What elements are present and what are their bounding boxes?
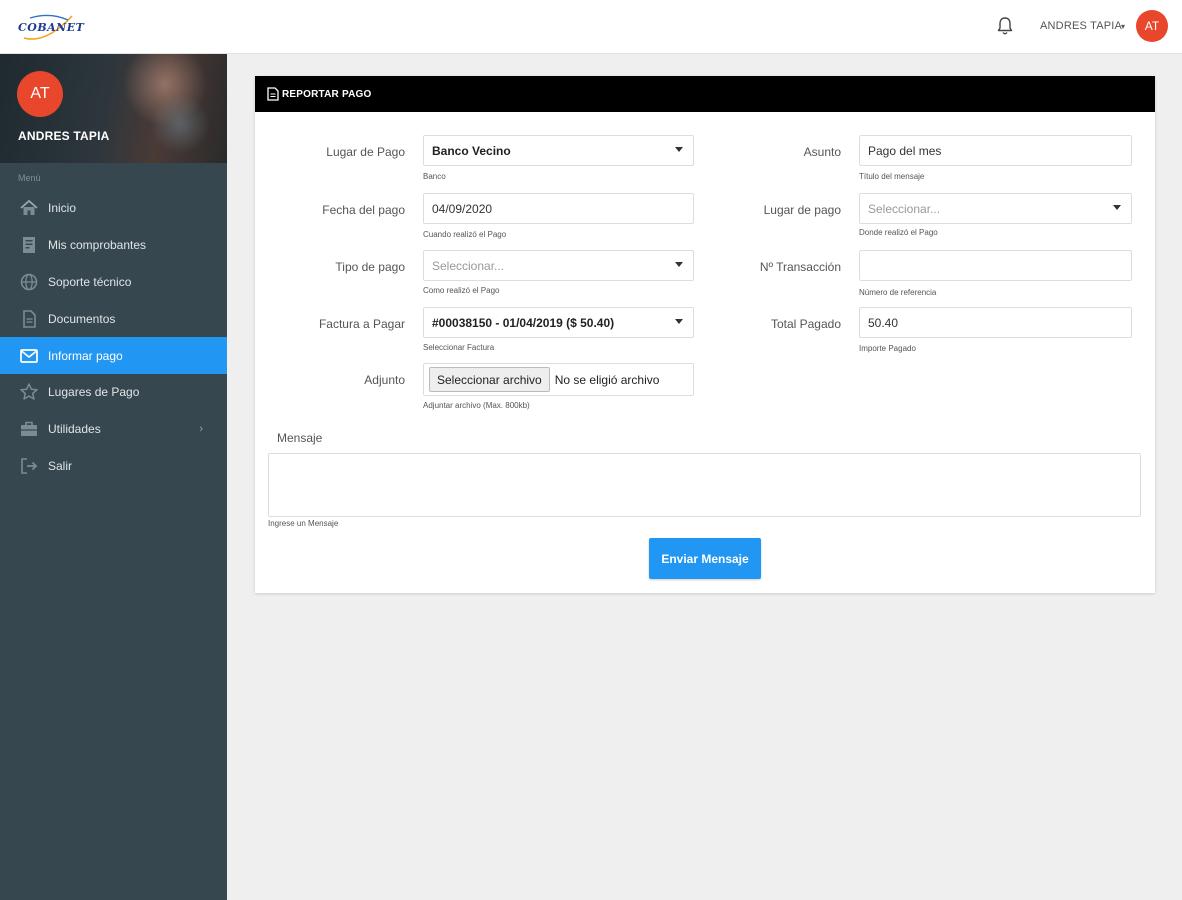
envelope-icon [18, 345, 40, 367]
dropdown-caret-icon [1113, 205, 1121, 210]
transaccion-hint: Número de referencia [859, 288, 937, 297]
home-icon [18, 197, 40, 219]
lugar-de-pago-value: Banco Vecino [432, 143, 511, 158]
logout-icon [18, 455, 40, 477]
sidebar-item-label: Lugares de Pago [48, 385, 140, 400]
lugar-de-pago-select[interactable]: Banco Vecino [423, 135, 694, 166]
mensaje-textarea[interactable] [268, 453, 1141, 517]
sidebar-item-inicio[interactable]: Inicio [0, 190, 227, 227]
user-menu-name[interactable]: ANDRES TAPIA [1040, 20, 1122, 32]
menu-section-label: Menú [18, 173, 41, 183]
adjunto-file-input[interactable]: Seleccionar archivo No se eligió archivo [423, 363, 694, 396]
send-message-button[interactable]: Enviar Mensaje [649, 538, 761, 579]
transaccion-input[interactable] [859, 250, 1132, 281]
app-logo[interactable]: COBANET [16, 10, 84, 44]
sidebar-item-utilidades[interactable]: Utilidades › [0, 411, 227, 448]
factura-a-pagar-select[interactable]: #00038150 - 01/04/2019 ($ 50.40) [423, 307, 694, 338]
lugar-de-pago-2-select[interactable]: Seleccionar... [859, 193, 1132, 224]
asunto-label: Asunto [803, 145, 841, 159]
mensaje-hint: Ingrese un Mensaje [268, 519, 339, 528]
lugar-de-pago-label: Lugar de Pago [326, 145, 405, 159]
select-file-button[interactable]: Seleccionar archivo [429, 367, 550, 392]
lugar-de-pago-hint: Banco [423, 172, 446, 181]
sidebar-item-label: Inicio [48, 201, 77, 216]
fecha-del-pago-input[interactable]: 04/09/2020 [423, 193, 694, 224]
total-pagado-value: 50.40 [868, 315, 899, 330]
factura-a-pagar-label: Factura a Pagar [318, 317, 405, 331]
lugar-de-pago-2-hint: Donde realizó el Pago [859, 228, 938, 237]
sidebar-item-label: Utilidades [48, 422, 101, 437]
sidebar-item-soporte-tecnico[interactable]: Soporte técnico [0, 264, 227, 301]
document-icon [267, 87, 279, 101]
receipt-icon [18, 234, 40, 256]
report-payment-card: REPORTAR PAGO Lugar de Pago Banco Vecino… [255, 76, 1155, 593]
factura-a-pagar-hint: Seleccionar Factura [423, 343, 495, 352]
adjunto-hint: Adjuntar archivo (Max. 800kb) [423, 401, 530, 410]
sidebar-item-documentos[interactable]: Documentos [0, 300, 227, 337]
sidebar: AT ANDRES TAPIA Menú Inicio Mis comproba… [0, 54, 227, 900]
globe-icon [18, 271, 40, 293]
tipo-de-pago-hint: Como realizó el Pago [423, 286, 500, 295]
mensaje-label: Mensaje [277, 431, 323, 445]
fecha-del-pago-label: Fecha del pago [322, 203, 405, 217]
lugar-de-pago-2-label: Lugar de pago [763, 203, 841, 217]
transaccion-label: Nº Transacción [759, 260, 841, 274]
sidebar-item-label: Mis comprobantes [48, 238, 147, 253]
sidebar-item-label: Informar pago [48, 348, 123, 363]
tipo-de-pago-select[interactable]: Seleccionar... [423, 250, 694, 281]
factura-a-pagar-value: #00038150 - 01/04/2019 ($ 50.40) [432, 315, 615, 330]
avatar[interactable]: AT [1136, 10, 1168, 42]
sidebar-item-salir[interactable]: Salir [0, 448, 227, 485]
sidebar-item-label: Documentos [48, 311, 116, 326]
sidebar-nav: Inicio Mis comprobantes Soporte técnico … [0, 190, 227, 484]
sidebar-item-label: Salir [48, 458, 73, 473]
lugar-de-pago-2-placeholder: Seleccionar... [868, 201, 941, 216]
tipo-de-pago-placeholder: Seleccionar... [432, 258, 505, 273]
card-title: REPORTAR PAGO [282, 88, 372, 100]
briefcase-icon [18, 418, 40, 440]
total-pagado-input[interactable]: 50.40 [859, 307, 1132, 338]
sidebar-profile-name: ANDRES TAPIA [18, 129, 110, 143]
sidebar-item-informar-pago[interactable]: Informar pago [0, 337, 227, 374]
sidebar-item-label: Soporte técnico [48, 274, 132, 289]
fecha-del-pago-value: 04/09/2020 [432, 201, 493, 216]
asunto-input[interactable]: Pago del mes [859, 135, 1132, 166]
logo-text: COBANET [18, 21, 85, 34]
chevron-right-icon: › [199, 422, 203, 435]
document-icon [18, 308, 40, 330]
bell-icon[interactable] [995, 15, 1015, 37]
top-bar: COBANET ANDRES TAPIA ▾ AT [0, 0, 1182, 54]
total-pagado-label: Total Pagado [770, 317, 841, 331]
asunto-hint: Título del mensaje [859, 172, 925, 181]
chevron-down-icon[interactable]: ▾ [1121, 22, 1125, 31]
sidebar-item-lugares-de-pago[interactable]: Lugares de Pago [0, 374, 227, 411]
profile-background-decoration [150, 94, 210, 154]
asunto-value: Pago del mes [868, 143, 942, 158]
file-status-text: No se eligió archivo [554, 372, 660, 387]
adjunto-label: Adjunto [364, 373, 405, 387]
star-icon [18, 381, 40, 403]
tipo-de-pago-label: Tipo de pago [335, 260, 405, 274]
sidebar-avatar: AT [17, 71, 63, 117]
total-pagado-hint: Importe Pagado [859, 344, 916, 353]
sidebar-profile: AT ANDRES TAPIA [0, 54, 227, 163]
sidebar-item-mis-comprobantes[interactable]: Mis comprobantes [0, 227, 227, 264]
fecha-del-pago-hint: Cuando realizó el Pago [423, 230, 507, 239]
card-header: REPORTAR PAGO [255, 76, 1155, 112]
